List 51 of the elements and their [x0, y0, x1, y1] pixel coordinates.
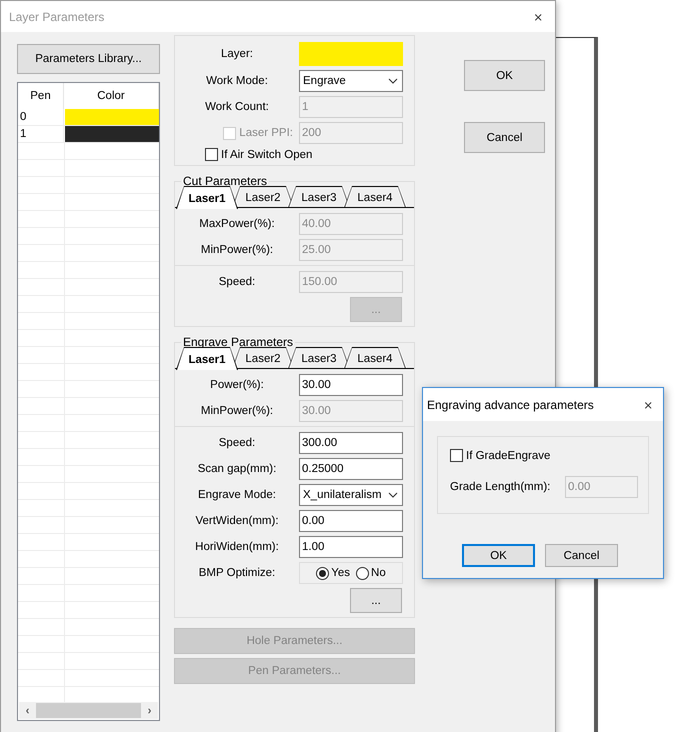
- field-label: Work Mode:: [205, 75, 269, 87]
- radio-label: No: [371, 567, 386, 579]
- field-label: Speed:: [218, 437, 256, 449]
- horizontal-scrollbar[interactable]: ‹ ›: [19, 702, 158, 719]
- dialog-button[interactable]: Cancel: [545, 544, 618, 567]
- field-label: Grade Length(mm):: [450, 481, 550, 493]
- checkbox-label: Laser PPI:: [239, 127, 293, 139]
- more-button[interactable]: ...: [350, 588, 402, 613]
- field-label: MinPower(%):: [200, 405, 274, 417]
- scroll-right-button[interactable]: ›: [141, 702, 158, 719]
- field-label: Work Count:: [204, 101, 270, 113]
- table-cell: 1: [18, 126, 64, 142]
- input-field[interactable]: 0.25000: [299, 458, 403, 480]
- field-label: Engrave Mode:: [197, 489, 277, 501]
- input-field[interactable]: 30.00: [299, 374, 403, 396]
- caret-icon: [388, 78, 398, 84]
- field-label: Power(%):: [209, 379, 265, 391]
- radio-button[interactable]: [316, 566, 330, 580]
- dialog-button[interactable]: Cancel: [464, 122, 545, 153]
- scroll-left-button[interactable]: ‹: [19, 702, 36, 719]
- input-field[interactable]: 300.00: [299, 432, 403, 454]
- dialog-button[interactable]: OK: [464, 60, 545, 91]
- dropdown[interactable]: X_unilateralism: [299, 484, 403, 506]
- checkbox[interactable]: [205, 148, 218, 161]
- field-label: MaxPower(%):: [198, 218, 276, 230]
- field-label: HoriWiden(mm):: [194, 541, 280, 553]
- dropdown[interactable]: Engrave: [299, 70, 403, 92]
- checkbox-label: If Air Switch Open: [221, 148, 312, 160]
- color-field[interactable]: [299, 42, 403, 66]
- dialog-button[interactable]: OK: [462, 544, 535, 567]
- close-button[interactable]: ×: [639, 394, 657, 414]
- field-label: VertWiden(mm):: [194, 515, 280, 527]
- field-label: MinPower(%):: [200, 244, 274, 256]
- group-title: Cut Parameters: [182, 174, 268, 188]
- close-button[interactable]: ×: [529, 6, 547, 26]
- group-title: Engrave Parameters: [182, 335, 294, 349]
- field-label: Layer:: [220, 48, 254, 60]
- input-field[interactable]: 0.00: [299, 510, 403, 532]
- field-label: BMP Optimize:: [198, 567, 276, 579]
- checkbox[interactable]: [450, 449, 463, 462]
- library-button[interactable]: Parameters Library...: [17, 44, 160, 74]
- input-field[interactable]: 1.00: [299, 536, 403, 558]
- window-title: Layer Parameters: [9, 10, 104, 24]
- table-cell: 0: [18, 109, 64, 125]
- field-label: Speed:: [218, 276, 256, 288]
- window-title: Engraving advance parameters: [427, 398, 594, 412]
- checkbox-label: If GradeEngrave: [466, 450, 550, 462]
- radio-button[interactable]: [356, 566, 370, 580]
- field-label: Scan gap(mm):: [196, 463, 278, 475]
- radio-label: Yes: [331, 567, 350, 579]
- caret-icon: [388, 492, 398, 498]
